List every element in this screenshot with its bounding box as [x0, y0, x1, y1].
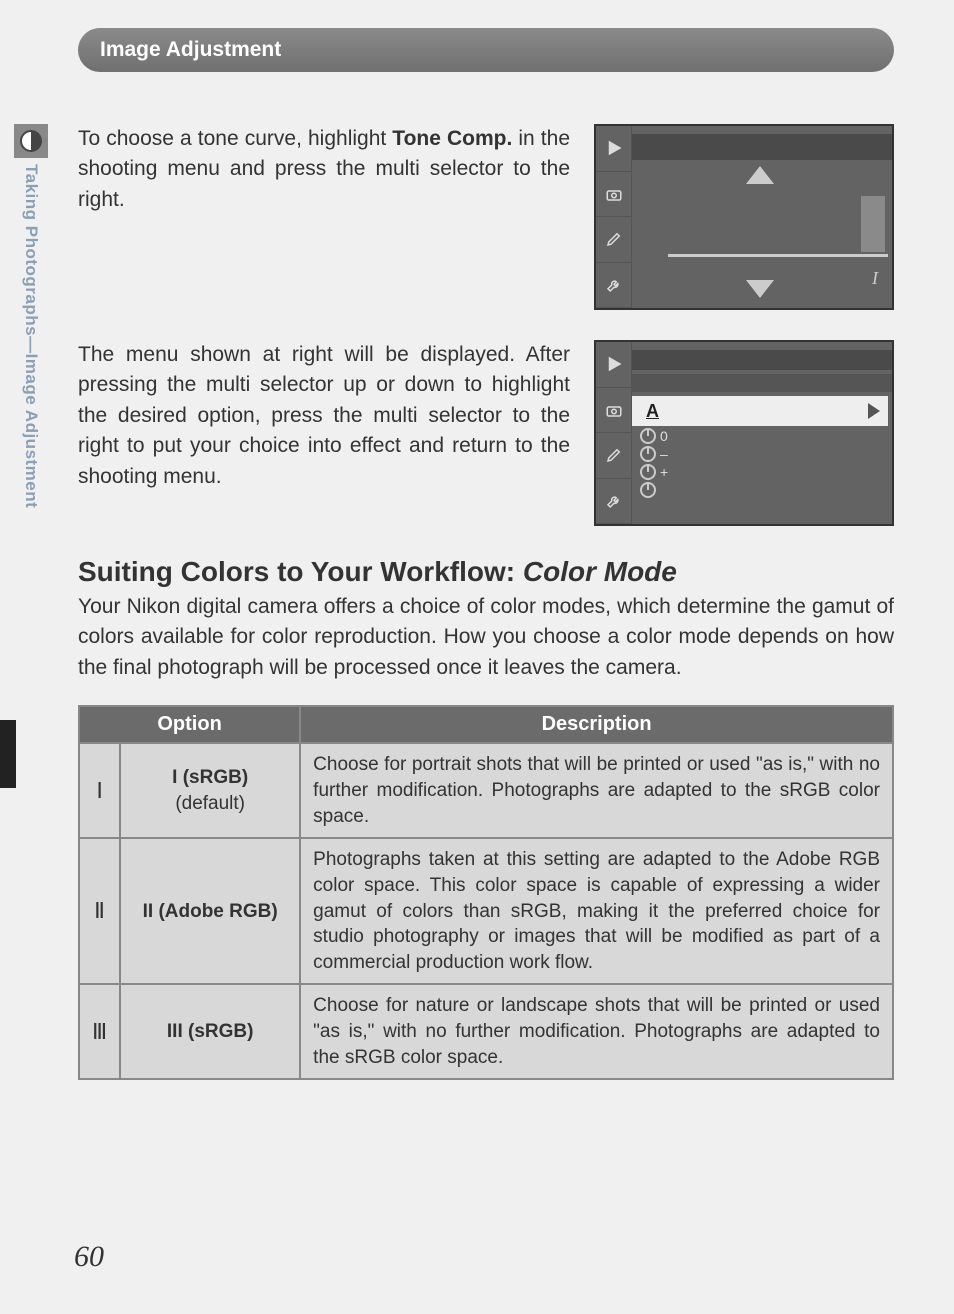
- half-circle-icon: [20, 130, 42, 152]
- dial-icon: [640, 428, 656, 444]
- menu-sub-bar: [632, 374, 892, 392]
- row-option-sub: (default): [133, 791, 287, 817]
- opt-label: 0: [660, 428, 668, 444]
- divider-line: [668, 254, 888, 257]
- section-body: Your Nikon digital camera offers a choic…: [78, 592, 894, 683]
- scrollbar-thumb: [861, 196, 885, 252]
- section-header: Image Adjustment: [78, 28, 894, 72]
- page-number: 60: [74, 1240, 104, 1274]
- tab-wrench-icon: [596, 479, 632, 525]
- menu-title-bar: [632, 350, 892, 370]
- camera-menu-screenshot-1: I: [594, 124, 894, 310]
- chevron-right-icon: [868, 403, 880, 419]
- tab-camera-icon: [596, 172, 632, 218]
- tab-camera-icon: [596, 388, 632, 434]
- dial-icon: [640, 464, 656, 480]
- tab-play-icon: [596, 126, 632, 172]
- tab-play-icon: [596, 342, 632, 388]
- section-title-italic: Color Mode: [523, 556, 677, 587]
- row-option-main: II (Adobe RGB): [143, 901, 278, 922]
- list-item: –: [640, 446, 668, 462]
- table-row: Ⅱ II (Adobe RGB) Photographs taken at th…: [79, 838, 893, 984]
- row-icon: Ⅰ: [79, 743, 120, 838]
- para1-pre: To choose a tone curve, highlight: [78, 127, 392, 150]
- para1-bold: Tone Comp.: [392, 127, 512, 150]
- section-title: Suiting Colors to Your Workflow: Color M…: [78, 556, 894, 588]
- table-header-option: Option: [79, 706, 300, 743]
- table-row: Ⅲ III (sRGB) Choose for nature or landsc…: [79, 984, 893, 1079]
- paragraph-2: The menu shown at right will be displaye…: [78, 340, 570, 526]
- row-option-main: III (sRGB): [167, 1021, 254, 1042]
- up-arrow-icon: [746, 166, 774, 184]
- opt-label: +: [660, 464, 668, 480]
- list-item: [640, 482, 668, 498]
- row-icon: Ⅲ: [79, 984, 120, 1079]
- table-header-description: Description: [300, 706, 893, 743]
- table-row: Ⅰ I (sRGB) (default) Choose for portrait…: [79, 743, 893, 838]
- option-list: 0 – +: [640, 428, 668, 498]
- row-option: I (sRGB) (default): [120, 743, 300, 838]
- selected-option-row: A: [632, 396, 888, 426]
- row-description: Choose for portrait shots that will be p…: [300, 743, 893, 838]
- thumb-tab: [0, 720, 16, 788]
- dial-icon: [640, 482, 656, 498]
- row-description: Choose for nature or landscape shots tha…: [300, 984, 893, 1079]
- mode-icon: [14, 124, 48, 158]
- side-breadcrumb: Taking Photographs—Image Adjustment: [21, 164, 41, 508]
- section-title-plain: Suiting Colors to Your Workflow:: [78, 556, 523, 587]
- opt-label: –: [660, 446, 668, 462]
- menu-title-bar: [632, 134, 892, 160]
- selected-letter: A: [646, 401, 659, 422]
- row-description: Photographs taken at this setting are ad…: [300, 838, 893, 984]
- roman-one-marker: I: [872, 268, 878, 289]
- down-arrow-icon: [746, 280, 774, 298]
- row-option: II (Adobe RGB): [120, 838, 300, 984]
- paragraph-1: To choose a tone curve, highlight Tone C…: [78, 124, 570, 310]
- tab-pencil-icon: [596, 433, 632, 479]
- tab-pencil-icon: [596, 217, 632, 263]
- section-header-title: Image Adjustment: [100, 38, 281, 62]
- list-item: 0: [640, 428, 668, 444]
- tab-wrench-icon: [596, 263, 632, 309]
- camera-menu-screenshot-2: A 0 – +: [594, 340, 894, 526]
- row-option: III (sRGB): [120, 984, 300, 1079]
- row-option-main: I (sRGB): [172, 767, 248, 788]
- dial-icon: [640, 446, 656, 462]
- row-icon: Ⅱ: [79, 838, 120, 984]
- list-item: +: [640, 464, 668, 480]
- color-mode-table: Option Description Ⅰ I (sRGB) (default) …: [78, 705, 894, 1080]
- side-column: Taking Photographs—Image Adjustment: [0, 124, 62, 1184]
